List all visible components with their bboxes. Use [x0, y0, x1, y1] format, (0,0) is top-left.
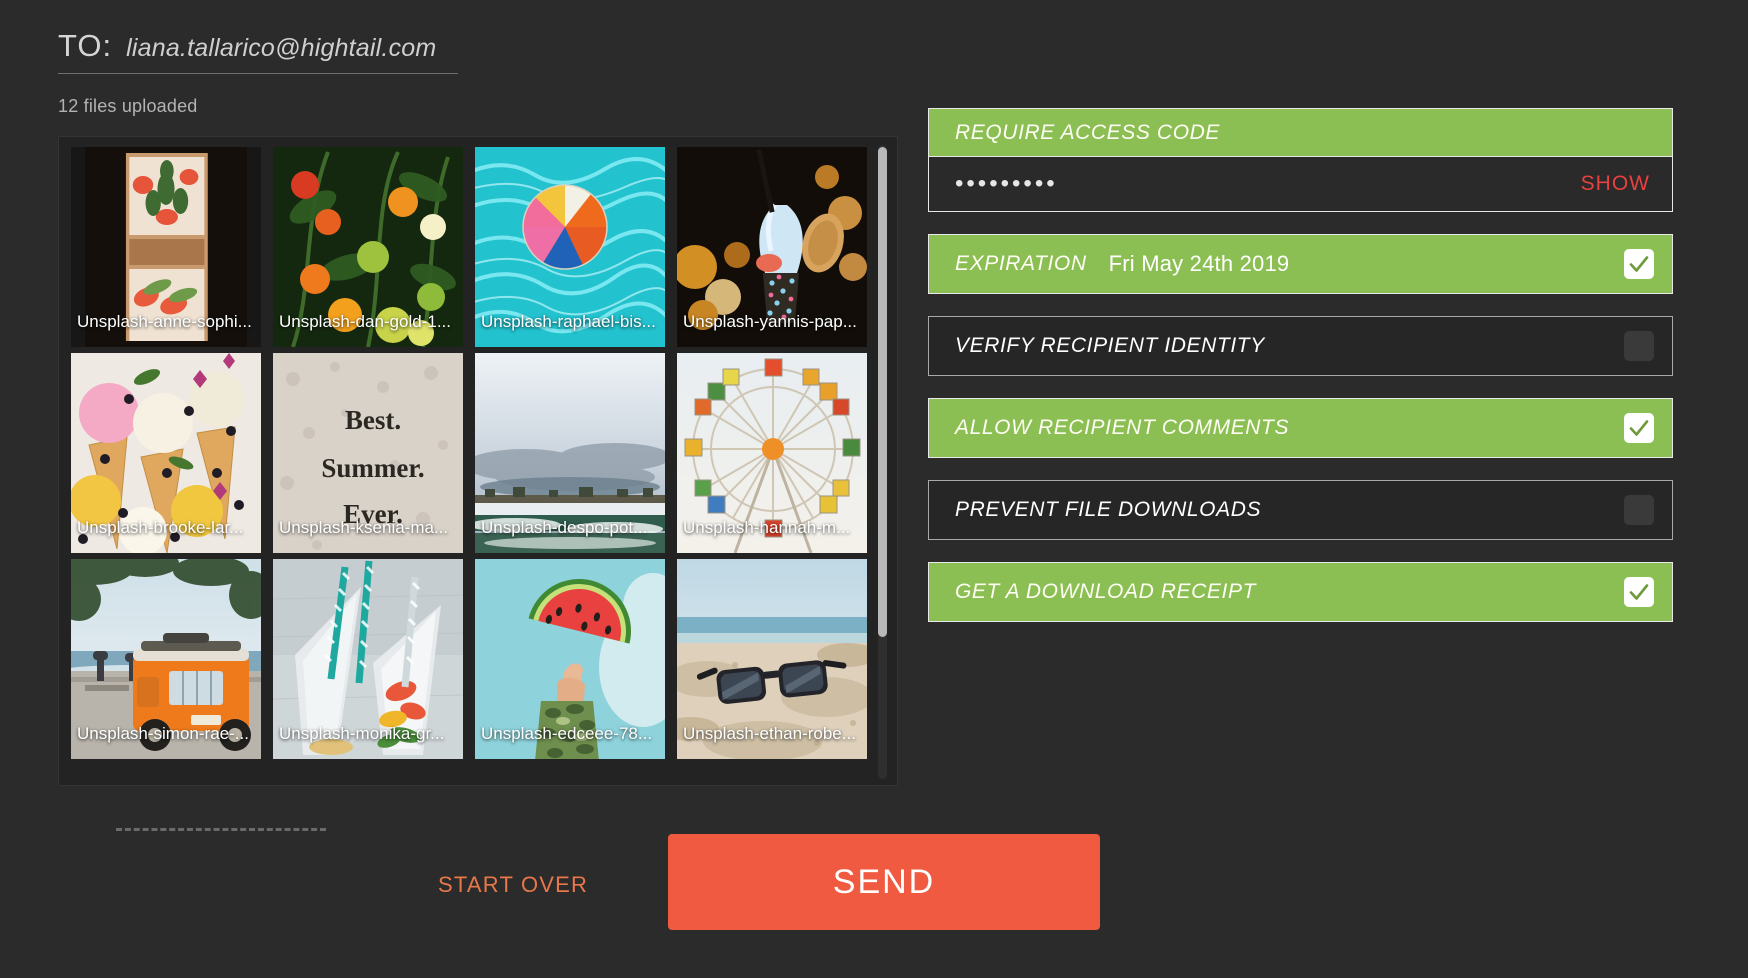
file-tile[interactable]: Unsplash-yannis-pap... [677, 147, 867, 347]
file-tile[interactable]: Unsplash-anne-sophi... [71, 147, 261, 347]
option-label: PREVENT FILE DOWNLOADS [955, 498, 1262, 521]
start-over-button[interactable]: START OVER [438, 872, 588, 898]
grid-scrollbar-thumb[interactable] [878, 147, 887, 637]
option-row[interactable]: VERIFY RECIPIENT IDENTITY [928, 316, 1673, 376]
checkbox-checked-icon[interactable] [1624, 577, 1654, 607]
file-name-label: Unsplash-dan-gold-1... [279, 312, 451, 331]
access-code-input[interactable]: ••••••••• [955, 172, 1058, 196]
recipient-email[interactable]: liana.tallarico@hightail.com [126, 34, 436, 63]
file-tile[interactable]: Unsplash-edceee-78... [475, 559, 665, 759]
option-row[interactable]: GET A DOWNLOAD RECEIPT [928, 562, 1673, 622]
option-label: EXPIRATION [955, 252, 1087, 275]
option-row[interactable]: ALLOW RECIPIENT COMMENTS [928, 398, 1673, 458]
file-name-label: Unsplash-ksenia-ma... [279, 518, 449, 537]
file-thumbnail-grid: Unsplash-anne-sophi... Unsplash-dan-gold… [58, 136, 898, 786]
files-panel: TO: liana.tallarico@hightail.com 12 file… [58, 28, 898, 908]
file-tile[interactable]: Unsplash-despo-pot... [475, 353, 665, 553]
add-more-files-dashed-zone[interactable] [116, 828, 326, 831]
show-password-link[interactable]: SHOW [1581, 172, 1650, 196]
file-tile[interactable]: Best. Summer. Ever. Unsplash-ksenia-ma..… [273, 353, 463, 553]
files-uploaded-count: 12 files uploaded [58, 96, 198, 116]
file-tile[interactable]: Unsplash-monika-gr... [273, 559, 463, 759]
file-name-label: Unsplash-edceee-78... [481, 724, 653, 743]
send-button-label: SEND [832, 862, 936, 901]
option-label: GET A DOWNLOAD RECEIPT [955, 580, 1257, 603]
file-tile[interactable]: Unsplash-hannah-m... [677, 353, 867, 553]
file-tile[interactable]: Unsplash-raphael-bis... [475, 147, 665, 347]
file-name-label: Unsplash-anne-sophi... [77, 312, 252, 331]
grid-scrollbar[interactable] [878, 145, 887, 779]
option-label: ALLOW RECIPIENT COMMENTS [955, 416, 1290, 439]
file-tile[interactable]: Unsplash-simon-rae-... [71, 559, 261, 759]
checkbox-checked-icon[interactable] [1624, 249, 1654, 279]
file-name-label: Unsplash-monika-gr... [279, 724, 445, 743]
access-code-group: REQUIRE ACCESS CODE ••••••••• SHOW [928, 108, 1673, 212]
send-button[interactable]: SEND [668, 834, 1100, 930]
option-value[interactable]: Fri May 24th 2019 [1109, 251, 1290, 277]
file-tile[interactable]: Unsplash-ethan-robe... [677, 559, 867, 759]
file-name-label: Unsplash-brooke-lar... [77, 518, 244, 537]
checkbox-checked-icon[interactable] [1624, 413, 1654, 443]
access-code-input-row[interactable]: ••••••••• SHOW [928, 156, 1673, 212]
file-name-label: Unsplash-yannis-pap... [683, 312, 857, 331]
require-access-code-row[interactable]: REQUIRE ACCESS CODE [928, 108, 1673, 156]
option-row[interactable]: PREVENT FILE DOWNLOADS [928, 480, 1673, 540]
require-access-code-label: REQUIRE ACCESS CODE [955, 120, 1220, 144]
svg-text:Summer.: Summer. [321, 453, 424, 483]
footer-actions: START OVER SEND [0, 834, 1748, 930]
security-options-panel: REQUIRE ACCESS CODE ••••••••• SHOW EXPIR… [928, 108, 1673, 644]
file-grid-inner: Unsplash-anne-sophi... Unsplash-dan-gold… [59, 137, 879, 759]
option-label: VERIFY RECIPIENT IDENTITY [955, 334, 1265, 357]
file-name-label: Unsplash-raphael-bis... [481, 312, 656, 331]
recipient-field[interactable]: TO: liana.tallarico@hightail.com [58, 28, 458, 74]
file-tile[interactable]: Unsplash-brooke-lar... [71, 353, 261, 553]
file-name-label: Unsplash-ethan-robe... [683, 724, 856, 743]
svg-text:Best.: Best. [345, 405, 401, 435]
checkbox-unchecked-icon[interactable] [1624, 331, 1654, 361]
file-tile[interactable]: Unsplash-dan-gold-1... [273, 147, 463, 347]
file-name-label: Unsplash-hannah-m... [683, 518, 851, 537]
option-list: EXPIRATION Fri May 24th 2019 VERIFY RECIPI… [928, 234, 1673, 622]
checkbox-unchecked-icon[interactable] [1624, 495, 1654, 525]
file-name-label: Unsplash-despo-pot... [481, 518, 648, 537]
to-label: TO: [58, 28, 113, 63]
hightail-send-screen: TO: liana.tallarico@hightail.com 12 file… [0, 0, 1748, 978]
file-name-label: Unsplash-simon-rae-... [77, 724, 249, 743]
option-row[interactable]: EXPIRATION Fri May 24th 2019 [928, 234, 1673, 294]
